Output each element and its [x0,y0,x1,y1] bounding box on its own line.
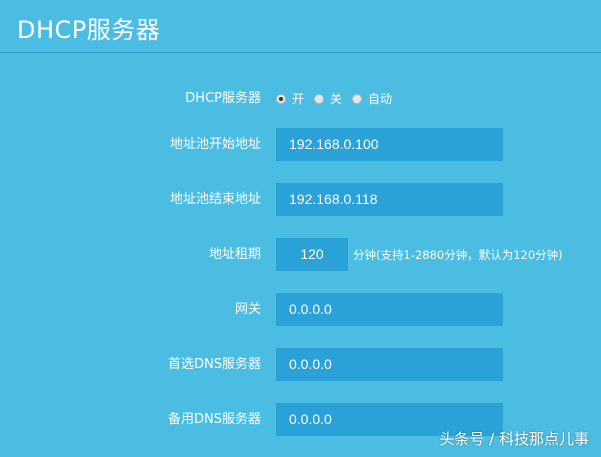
radio-option-auto[interactable]: 自动 [352,82,392,116]
dhcp-server-row: DHCP服务器 开 关 自动 [0,82,601,116]
pool-end-row: 地址池结束地址 [0,183,601,217]
pool-end-label: 地址池结束地址 [169,192,261,207]
primary-dns-input[interactable] [276,348,503,381]
radio-option-off[interactable]: 关 [314,82,342,116]
radio-unselected-icon[interactable] [314,94,325,104]
primary-dns-label: 首选DNS服务器 [168,357,261,372]
pool-start-label: 地址池开始地址 [169,137,261,152]
pool-start-input[interactable] [276,128,503,161]
radio-label-auto: 自动 [368,92,393,106]
gateway-label: 网关 [234,302,261,317]
dhcp-server-radio-group: 开 关 自动 [276,82,402,116]
pool-start-row: 地址池开始地址 [0,128,601,162]
lease-hint: 分钟(支持1-2880分钟，默认为120分钟) [353,248,563,262]
gateway-input[interactable] [276,293,503,326]
watermark: 头条号 / 科技那点儿事 [439,430,589,448]
page-title: DHCP服务器 [17,16,161,44]
radio-unselected-icon[interactable] [352,94,363,104]
gateway-row: 网关 [0,293,601,327]
radio-option-on[interactable]: 开 [276,82,304,116]
lease-row: 地址租期 分钟(支持1-2880分钟，默认为120分钟) [0,238,601,272]
primary-dns-row: 首选DNS服务器 [0,348,601,382]
radio-label-on: 开 [292,92,305,106]
title-divider [0,52,601,53]
radio-label-off: 关 [330,92,343,106]
lease-input[interactable] [276,238,348,271]
secondary-dns-label: 备用DNS服务器 [168,412,261,427]
pool-end-input[interactable] [276,183,503,216]
dhcp-server-label: DHCP服务器 [185,91,261,106]
radio-selected-icon[interactable] [276,94,286,104]
lease-label: 地址租期 [208,247,261,262]
